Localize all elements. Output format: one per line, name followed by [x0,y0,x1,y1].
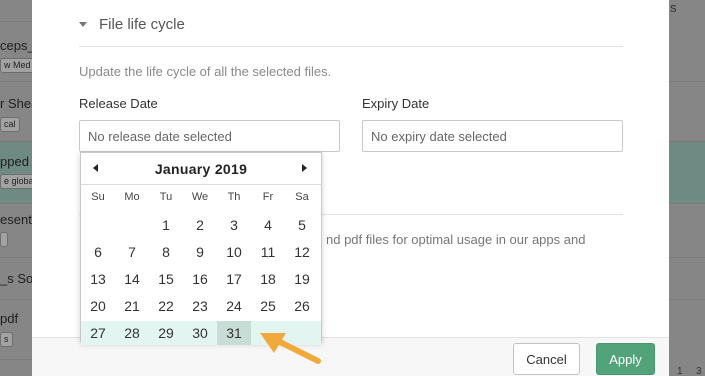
release-date-label: Release Date [79,96,158,111]
calendar-day[interactable]: 7 [115,240,149,264]
list-item: pdf s [0,300,32,360]
background-file-list: ceps_ w Med r Shea cal pped C e globa es… [0,0,32,376]
calendar-day[interactable]: 10 [217,240,251,264]
weekday-label: Tu [159,191,173,203]
apply-button[interactable]: Apply [596,343,655,375]
calendar-week-row: 13 14 15 16 17 18 19 [81,267,321,291]
arrow-icon [260,333,321,364]
file-tag: e globa [0,174,32,189]
expiry-date-input[interactable] [362,120,623,152]
lifecycle-description: Update the life cycle of all the selecte… [79,64,332,79]
page-number: 1 [677,366,683,376]
calendar-day[interactable]: 20 [81,294,115,318]
calendar-day[interactable]: 27 [81,321,115,345]
weekday-label: Mo [124,191,140,203]
file-tag: cal [0,117,20,132]
calendar-day[interactable]: 18 [251,267,285,291]
calendar-day[interactable]: 17 [217,267,251,291]
file-name: esenta [0,212,32,227]
file-tag [0,232,8,247]
calendar-day[interactable]: 23 [183,294,217,318]
list-item [0,0,32,22]
list-item [669,22,705,82]
list-item [669,258,705,300]
calendar-day[interactable]: 3 [217,213,251,237]
date-picker-header: January 2019 [81,153,321,184]
file-tag: w Med [0,58,32,73]
list-item [669,82,705,142]
caret-down-icon [79,21,87,27]
calendar-day[interactable]: 11 [251,240,285,264]
calendar-day[interactable]: 4 [251,213,285,237]
list-item: pped C e globa [0,142,32,204]
calendar-day[interactable]: 30 [183,321,217,345]
weekday-label: We [191,191,209,203]
section-title: File life cycle [99,15,185,33]
weekday-label: Sa [295,191,309,203]
weekday-label: Th [227,191,241,203]
calendar-day[interactable]: 26 [285,294,319,318]
file-name: ceps_ [0,38,32,53]
date-picker: January 2019 Su Mo Tu We Th Fr Sa 123456… [80,152,322,345]
release-date-input[interactable] [79,120,340,152]
file-name: r Shea [0,96,32,111]
next-month-icon[interactable] [302,164,307,172]
calendar-day[interactable]: 5 [285,213,319,237]
page-number: 3 [696,366,702,376]
calendar-day[interactable]: 24 [217,294,251,318]
calendar-day[interactable]: 14 [115,267,149,291]
calendar-day[interactable]: 15 [149,267,183,291]
calendar-week-row: 12345 [81,213,321,237]
calendar-day[interactable]: 9 [183,240,217,264]
background-text: s [670,0,677,15]
file-tag: s [0,332,13,347]
weekday-label: Su [91,191,105,203]
calendar-day-selected[interactable]: 31 [217,321,251,345]
calendar-day[interactable]: 8 [149,240,183,264]
list-item [669,204,705,258]
calendar-day[interactable]: 25 [251,294,285,318]
calendar-day[interactable]: 16 [183,267,217,291]
file-name: _s So [0,271,32,286]
weekday-label: Fr [262,191,274,203]
list-item: r Shea cal [0,82,32,142]
calendar-day[interactable]: 1 [149,213,183,237]
calendar-day[interactable]: 29 [149,321,183,345]
divider [79,46,623,47]
month-title: January 2019 [154,161,248,177]
background-toolbar: s 1 3 [669,0,705,376]
calendar-day[interactable]: 12 [285,240,319,264]
list-item [669,142,705,204]
calendar-day[interactable]: 19 [285,267,319,291]
partially-hidden-text: nd pdf files for optimal usage in our ap… [326,232,586,247]
list-item: esenta [0,204,32,258]
cancel-button[interactable]: Cancel [513,343,580,375]
list-item: ceps_ w Med [0,22,32,82]
list-item: _s So [0,258,32,300]
calendar-day[interactable]: 22 [149,294,183,318]
divider [81,184,321,185]
calendar-day[interactable]: 21 [115,294,149,318]
expiry-date-label: Expiry Date [362,96,430,111]
calendar-day[interactable]: 28 [115,321,149,345]
calendar-day[interactable]: 13 [81,267,115,291]
file-name: pdf [0,311,19,326]
calendar-day[interactable]: 6 [81,240,115,264]
calendar-week-row: 6 7 8 9 10 11 12 [81,240,321,264]
calendar-day[interactable]: 2 [183,213,217,237]
file-name: pped C [0,154,32,169]
calendar-week-row: 20 21 22 23 24 25 26 [81,294,321,318]
section-header-file-life-cycle[interactable]: File life cycle [79,14,185,34]
